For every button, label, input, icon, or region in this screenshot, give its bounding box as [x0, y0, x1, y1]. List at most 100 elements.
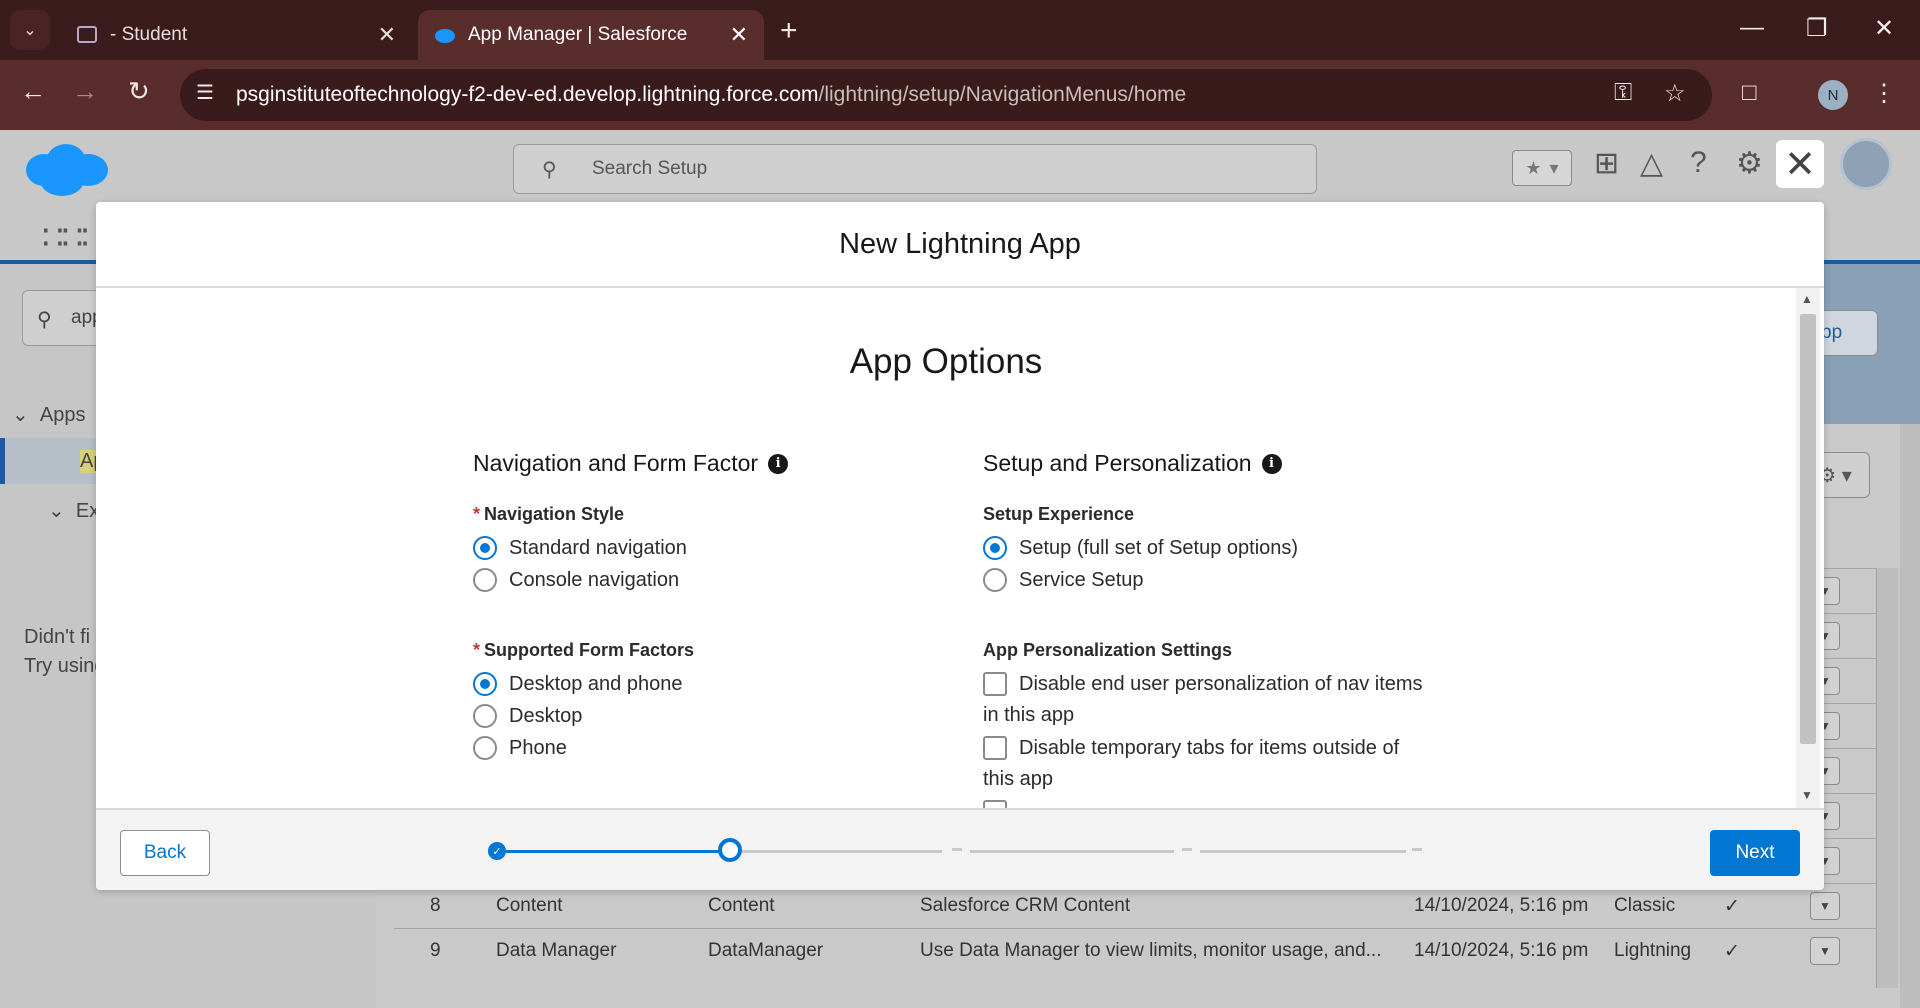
checkbox[interactable]	[983, 736, 1007, 760]
table-scrollbar[interactable]	[1876, 568, 1898, 988]
radio-button[interactable]	[473, 704, 497, 728]
reload-icon[interactable]: ↻	[128, 76, 150, 107]
restore-icon[interactable]: ❐	[1806, 14, 1828, 43]
next-button[interactable]: Next	[1710, 830, 1800, 876]
back-arrow-icon[interactable]: ←	[20, 76, 46, 107]
radio-button[interactable]	[473, 536, 497, 560]
row-description: Use Data Manager to view limits, monitor…	[920, 940, 1382, 961]
search-setup-input[interactable]: ⚲ Search Setup	[513, 144, 1317, 194]
label-text: Navigation Style	[484, 504, 625, 524]
radio-desktop[interactable]: Desktop	[473, 704, 582, 728]
tree-sub-item[interactable]: ⌄ Ex	[48, 498, 99, 523]
radio-button[interactable]	[983, 536, 1007, 560]
tab-app-manager[interactable]: App Manager | Salesforce ✕	[418, 10, 764, 60]
heading-text: Setup and Personalization	[983, 450, 1252, 476]
progress-step[interactable]	[1182, 848, 1192, 851]
address-bar[interactable]: psginstituteoftechnology-f2-dev-ed.devel…	[180, 69, 1712, 121]
progress-line	[1200, 850, 1406, 853]
option-label: Disable end user personalization of nav …	[1019, 672, 1423, 695]
navigation-style-label: * Navigation Style	[473, 504, 624, 525]
browser-tab-bar: ⌄ - Student ✕ App Manager | Salesforce ✕…	[0, 0, 1920, 60]
profile-avatar[interactable]: N	[1818, 80, 1848, 110]
radio-desktop-and-phone[interactable]: Desktop and phone	[473, 672, 682, 696]
global-actions-icon[interactable]: ⊞	[1594, 146, 1619, 181]
heading-text: Navigation and Form Factor	[473, 450, 759, 476]
checkbox-disable-temporary-tabs[interactable]: Disable temporary tabs for items outside…	[983, 736, 1399, 760]
scroll-up-icon[interactable]: ▲	[1801, 292, 1813, 306]
row-actions-dropdown[interactable]: ▼	[1810, 892, 1840, 920]
chevron-down-icon: ▾	[1549, 157, 1559, 178]
radio-button[interactable]	[473, 672, 497, 696]
gear-icon[interactable]: ⚙	[1736, 146, 1763, 181]
favorites-button[interactable]: ★ ▾	[1512, 150, 1572, 186]
app-launcher-icon[interactable]: ∷∷∷	[42, 218, 103, 258]
radio-console-navigation[interactable]: Console navigation	[473, 568, 679, 592]
checkbox-partially-hidden[interactable]	[983, 800, 1019, 808]
window-icon	[77, 26, 97, 43]
radio-button[interactable]	[983, 568, 1007, 592]
user-avatar[interactable]	[1840, 138, 1892, 190]
star-icon[interactable]: ☆	[1664, 79, 1686, 108]
new-tab-plus-icon[interactable]: +	[780, 14, 798, 48]
minimize-icon[interactable]: —	[1740, 14, 1764, 42]
radio-button[interactable]	[473, 736, 497, 760]
modal-body: App Options Navigation and Form Factor i…	[96, 288, 1824, 808]
checkbox-disable-nav-personalization[interactable]: Disable end user personalization of nav …	[983, 672, 1423, 696]
tab-title: - Student	[110, 24, 188, 45]
nav-form-factor-heading: Navigation and Form Factor i	[473, 450, 789, 477]
close-icon[interactable]: ✕	[730, 22, 748, 48]
row-modified: 14/10/2024, 5:16 pm	[1414, 895, 1589, 916]
radio-service-setup[interactable]: Service Setup	[983, 568, 1144, 592]
scroll-down-icon[interactable]: ▼	[1801, 788, 1813, 802]
progress-line	[742, 850, 942, 853]
tab-student[interactable]: - Student ✕	[60, 10, 412, 60]
setup-experience-label: Setup Experience	[983, 504, 1135, 524]
checkbox[interactable]	[983, 672, 1007, 696]
radio-full-setup[interactable]: Setup (full set of Setup options)	[983, 536, 1298, 560]
label-text: Supported Form Factors	[484, 640, 695, 660]
radio-standard-navigation[interactable]: Standard navigation	[473, 536, 687, 560]
salesforce-logo	[26, 144, 108, 196]
close-icon: ✕	[1784, 143, 1816, 186]
progress-step[interactable]	[1412, 848, 1422, 851]
radio-button[interactable]	[473, 568, 497, 592]
app-personalization-label: App Personalization Settings	[983, 640, 1233, 660]
progress-step-complete-checkmark-icon[interactable]: ✓	[488, 842, 506, 860]
tab-search-button[interactable]: ⌄	[10, 10, 50, 50]
tree-apps[interactable]: ⌄ Apps	[12, 402, 85, 427]
row-modified: 14/10/2024, 5:16 pm	[1414, 940, 1589, 961]
menu-dots-icon[interactable]: ⋮	[1872, 79, 1896, 108]
table-row: 9 Data Manager DataManager Use Data Mana…	[394, 928, 1880, 973]
info-icon[interactable]: i	[1261, 453, 1282, 474]
info-icon[interactable]: i	[768, 453, 789, 474]
row-actions-dropdown[interactable]: ▼	[1810, 937, 1840, 965]
trailhead-icon[interactable]: △	[1640, 146, 1663, 181]
required-asterisk: *	[473, 504, 481, 524]
progress-step[interactable]	[952, 848, 962, 851]
help-text-line2: Try using	[24, 655, 106, 677]
option-label-continued: this app	[983, 768, 1054, 790]
row-developer-name: Content	[708, 895, 775, 916]
option-label: Desktop	[509, 704, 583, 727]
section-title: App Options	[849, 342, 1043, 381]
key-icon[interactable]: ⚿	[1614, 79, 1632, 107]
close-modal-button[interactable]: ✕	[1776, 140, 1824, 188]
modal-scrollbar[interactable]: ▲ ▼	[1796, 288, 1820, 808]
close-window-icon[interactable]: ✕	[1874, 14, 1894, 43]
forward-arrow-icon[interactable]: →	[72, 76, 98, 107]
url-path: /lightning/setup/NavigationMenus/home	[818, 83, 1187, 106]
search-placeholder: Search Setup	[592, 158, 708, 179]
progress-step-current[interactable]	[718, 838, 742, 862]
help-icon[interactable]: ?	[1690, 146, 1707, 180]
close-icon[interactable]: ✕	[378, 22, 396, 48]
option-label-continued: in this app	[983, 704, 1075, 726]
extensions-icon[interactable]: □	[1742, 79, 1757, 107]
back-button[interactable]: Back	[120, 830, 210, 876]
row-number: 9	[430, 940, 441, 961]
checkbox[interactable]	[983, 800, 1007, 808]
option-label: Disable temporary tabs for items outside…	[1019, 736, 1400, 759]
scroll-thumb[interactable]	[1800, 314, 1816, 744]
tab-title: App Manager | Salesforce	[468, 24, 688, 45]
site-info-icon[interactable]: ☰	[196, 80, 214, 105]
radio-phone[interactable]: Phone	[473, 736, 567, 760]
